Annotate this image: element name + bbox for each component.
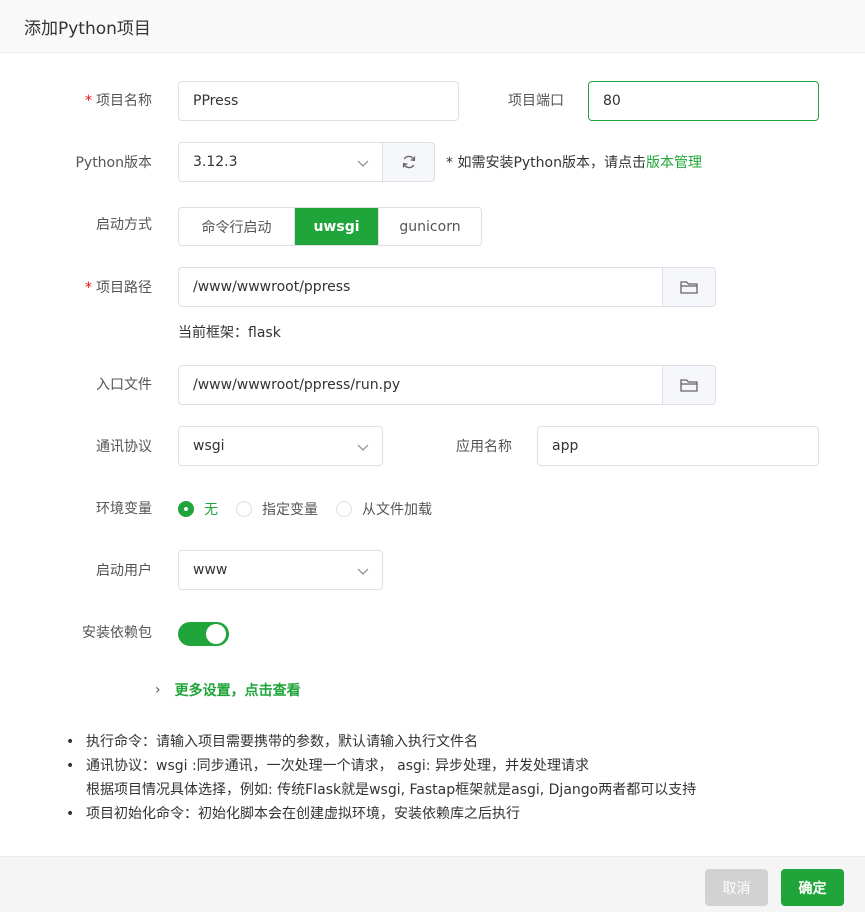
version-manage-link[interactable]: 版本管理 (646, 155, 702, 171)
dialog-header: 添加Python项目 (0, 0, 865, 53)
required-mark: * (85, 93, 92, 109)
python-version-hint: * 如需安装Python版本，请点击版本管理 (446, 155, 702, 171)
run-user-label: 启动用户 (96, 563, 152, 579)
protocol-select[interactable]: wsgi (178, 426, 383, 466)
project-path-input[interactable]: /www/wwwroot/ppress (178, 267, 663, 307)
python-version-select[interactable]: 3.12.3 (178, 142, 383, 182)
env-vars-specify-radio[interactable]: 指定变量 (236, 499, 318, 519)
project-path-browse-button[interactable] (662, 267, 716, 307)
required-mark: * (85, 280, 92, 296)
start-mode-label: 启动方式 (96, 217, 152, 233)
project-path-label: * 项目路径 (85, 280, 152, 296)
protocol-label: 通讯协议 (96, 439, 152, 455)
start-mode-uwsgi[interactable]: uwsgi (295, 208, 379, 245)
list-item: 根据项目情况具体选择，例如: 传统Flask就是wsgi, Fastap框架就是… (86, 782, 697, 798)
folder-icon (680, 379, 698, 392)
entry-file-browse-button[interactable] (662, 365, 716, 405)
list-item: • 项目初始化命令：初始化脚本会在创建虚拟环境，安装依赖库之后执行 (66, 806, 520, 822)
list-item: • 通讯协议：wsgi :同步通讯，一次处理一个请求， asgi: 异步处理，并发… (66, 758, 589, 774)
help-notes: • 执行命令：请输入项目需要携带的参数，默认请输入执行文件名 • 通讯协议：wsgi… (66, 730, 696, 826)
project-port-input[interactable]: 80 (588, 81, 819, 121)
add-python-project-dialog: 添加Python项目 * 项目名称 PPress 项目端口 80 Python版本… (0, 0, 865, 912)
install-deps-label: 安装依赖包 (82, 625, 152, 641)
python-version-label: Python版本 (75, 155, 152, 171)
list-item: • 执行命令：请输入项目需要携带的参数，默认请输入执行文件名 (66, 734, 478, 750)
chevron-down-icon (357, 444, 369, 451)
refresh-version-button[interactable] (382, 142, 435, 182)
chevron-down-icon (357, 160, 369, 167)
env-vars-none-radio[interactable]: 无 (178, 499, 218, 519)
more-settings-toggle[interactable]: › 更多设置，点击查看 (155, 680, 301, 700)
app-name-input[interactable]: app (537, 426, 819, 466)
app-name-label: 应用名称 (456, 439, 512, 455)
env-vars-radio-group: 无 指定变量 从文件加载 (178, 498, 450, 520)
start-mode-cli[interactable]: 命令行启动 (179, 208, 295, 245)
folder-icon (680, 281, 698, 294)
start-mode-gunicorn[interactable]: gunicorn (379, 208, 481, 245)
project-name-input[interactable]: PPress (178, 81, 459, 121)
entry-file-label: 入口文件 (96, 377, 152, 393)
refresh-icon (402, 155, 415, 169)
run-user-select[interactable]: www (178, 550, 383, 590)
project-port-label: 项目端口 (508, 93, 564, 109)
chevron-right-icon: › (155, 682, 161, 698)
chevron-down-icon (357, 568, 369, 575)
start-mode-segmented: 命令行启动 uwsgi gunicorn (178, 207, 482, 246)
switch-knob (206, 624, 226, 644)
current-framework-text: 当前框架：flask (178, 325, 281, 341)
project-name-label: * 项目名称 (85, 93, 152, 109)
entry-file-input[interactable]: /www/wwwroot/ppress/run.py (178, 365, 663, 405)
confirm-button[interactable]: 确定 (781, 869, 844, 906)
cancel-button[interactable]: 取消 (705, 869, 768, 906)
dialog-title: 添加Python项目 (24, 18, 151, 39)
install-deps-switch[interactable] (178, 622, 229, 646)
env-vars-label: 环境变量 (96, 501, 152, 517)
env-vars-file-radio[interactable]: 从文件加载 (336, 499, 432, 519)
